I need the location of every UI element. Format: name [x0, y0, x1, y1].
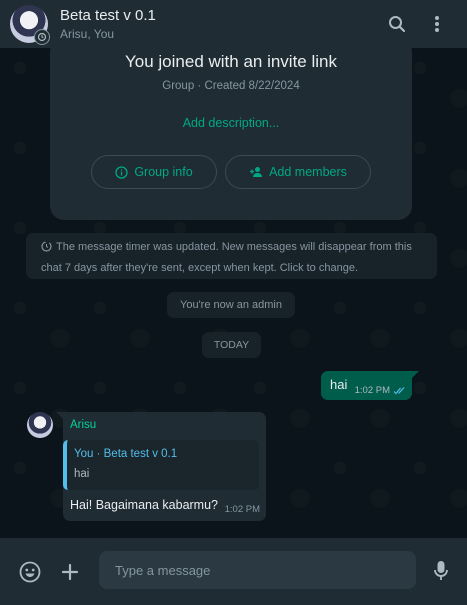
info-icon [115, 165, 128, 179]
incoming-message[interactable]: Arisu You · Beta test v 0.1 hai Hai! Bag… [56, 412, 266, 521]
bubble-tail [411, 371, 419, 379]
emoji-icon[interactable] [10, 552, 50, 592]
group-info-label: Group info [134, 165, 193, 179]
quoted-message[interactable]: You · Beta test v 0.1 hai [63, 440, 259, 490]
outgoing-message-meta: 1:02 PM [355, 385, 406, 396]
chat-area[interactable]: You joined with an invite link Group · C… [0, 48, 467, 538]
sender-name[interactable]: Arisu [70, 419, 96, 431]
composer-bar [0, 538, 467, 605]
add-members-button[interactable]: Add members [225, 155, 371, 189]
attach-plus-icon[interactable] [50, 552, 90, 592]
more-vertical-icon[interactable] [417, 4, 457, 44]
message-input[interactable] [99, 551, 416, 589]
search-icon[interactable] [377, 4, 417, 44]
admin-notice: You're now an admin [167, 292, 295, 318]
group-info-button[interactable]: Group info [91, 155, 217, 189]
bubble-tail [56, 412, 64, 420]
add-description-link[interactable]: Add description... [50, 116, 412, 130]
group-avatar[interactable] [10, 5, 50, 45]
timer-notice-text: The message timer was updated. New messa… [41, 241, 412, 274]
sender-avatar[interactable] [27, 412, 53, 438]
chat-title: Beta test v 0.1 [60, 7, 156, 24]
chat-header: Beta test v 0.1 Arisu, You [0, 0, 467, 48]
outgoing-message-time: 1:02 PM [354, 385, 390, 396]
message-timer-notice[interactable]: The message timer was updated. New messa… [26, 233, 437, 279]
quote-text: hai [74, 468, 90, 480]
chat-participants: Arisu, You [60, 27, 115, 41]
incoming-message-time: 1:02 PM [224, 504, 260, 515]
add-members-label: Add members [269, 165, 347, 179]
timer-icon [41, 240, 52, 259]
add-person-icon [250, 167, 263, 177]
chat-title-block[interactable]: Beta test v 0.1 Arisu, You [60, 7, 377, 41]
incoming-message-text: Hai! Bagaimana kabarmu? [70, 498, 218, 512]
group-created-meta: Group · Created 8/22/2024 [162, 80, 300, 92]
quote-header: You · Beta test v 0.1 [74, 448, 178, 460]
double-check-icon [393, 386, 405, 394]
date-divider: TODAY [202, 332, 261, 358]
outgoing-message-text: hai [330, 377, 348, 392]
outgoing-message[interactable]: hai 1:02 PM [321, 371, 419, 400]
microphone-icon[interactable] [421, 551, 461, 591]
group-info-card: You joined with an invite link Group · C… [50, 48, 412, 220]
disappearing-timer-icon [34, 29, 50, 45]
invite-join-title: You joined with an invite link [124, 52, 337, 71]
